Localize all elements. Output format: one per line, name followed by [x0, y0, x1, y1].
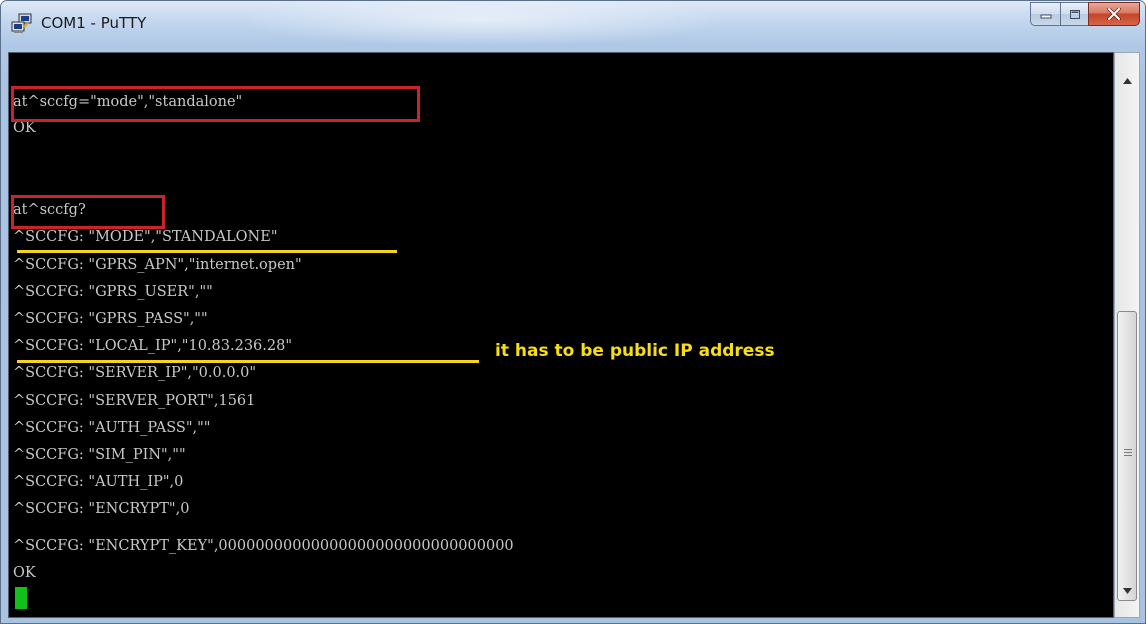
command-highlight-box	[11, 86, 420, 122]
vertical-scrollbar[interactable]	[1114, 52, 1140, 618]
terminal-cursor	[15, 587, 27, 609]
terminal-line: ^SCCFG: "MODE","STANDALONE"	[13, 229, 278, 245]
window-title: COM1 - PuTTY	[41, 14, 147, 32]
annotation-note: it has to be public IP address	[495, 341, 775, 361]
scroll-up-button[interactable]	[1115, 69, 1139, 93]
scroll-down-button[interactable]	[1115, 579, 1139, 603]
close-button[interactable]	[1088, 2, 1140, 26]
minimize-icon	[1040, 14, 1051, 19]
terminal-line: ^SCCFG: "GPRS_USER",""	[13, 284, 213, 300]
putty-computers-icon	[11, 13, 32, 33]
maximize-button[interactable]	[1060, 2, 1088, 26]
scrollbar-thumb[interactable]	[1117, 311, 1137, 601]
title-bar[interactable]: COM1 - PuTTY	[1, 1, 1145, 47]
grip-icon	[1124, 449, 1132, 458]
caption-buttons	[1030, 2, 1140, 26]
terminal-line: ^SCCFG: "SIM_PIN",""	[13, 447, 186, 463]
terminal-line: ^SCCFG: "AUTH_IP",0	[13, 474, 184, 490]
close-icon	[1107, 8, 1121, 20]
underline-local-ip	[17, 360, 479, 363]
terminal-line: ^SCCFG: "SERVER_PORT",1561	[13, 393, 256, 409]
scroll-down-icon	[1122, 588, 1132, 594]
terminal-line: ^SCCFG: "AUTH_PASS",""	[13, 420, 211, 436]
underline-mode	[17, 250, 397, 253]
terminal-line: ^SCCFG: "GPRS_APN","internet.open"	[13, 257, 302, 273]
terminal-line: ^SCCFG: "ENCRYPT",0	[13, 501, 190, 517]
maximize-icon	[1069, 9, 1080, 19]
terminal-line: ^SCCFG: "LOCAL_IP","10.83.236.28"	[13, 338, 292, 354]
minimize-button[interactable]	[1030, 2, 1060, 26]
terminal-line: ^SCCFG: "ENCRYPT_KEY",000000000000000000…	[13, 538, 514, 554]
command-highlight-box	[11, 195, 165, 229]
terminal-line: ^SCCFG: "SERVER_IP","0.0.0.0"	[13, 365, 257, 381]
terminal-line: OK	[13, 565, 36, 581]
terminal-line: ^SCCFG: "GPRS_PASS",""	[13, 311, 208, 327]
terminal-screen[interactable]	[8, 52, 1114, 618]
scroll-up-icon	[1122, 78, 1132, 84]
